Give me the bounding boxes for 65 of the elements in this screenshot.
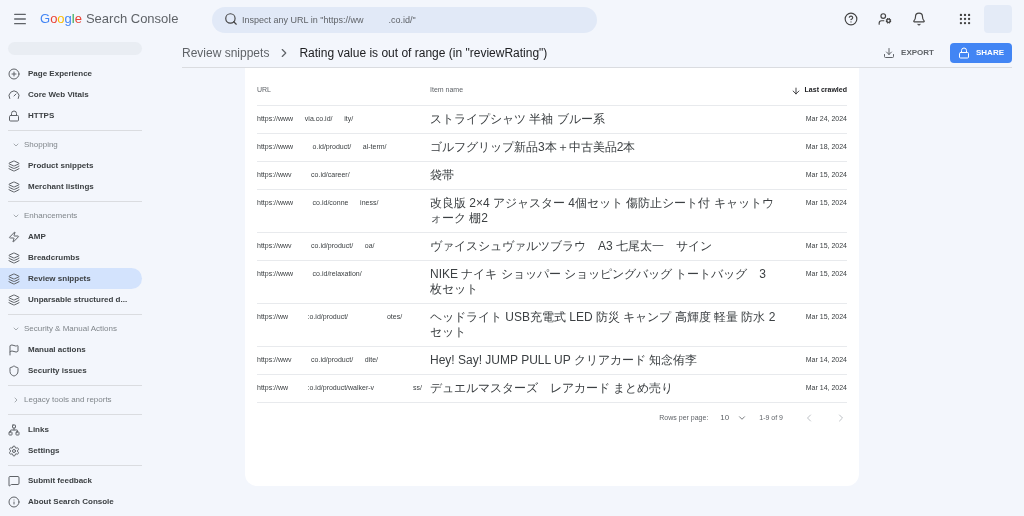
sidebar-item[interactable]: Security issues — [0, 360, 142, 381]
rows-per-page-select[interactable]: 10 — [720, 412, 748, 424]
download-icon — [883, 46, 896, 59]
dropdown-icon — [737, 413, 748, 423]
sidebar-item[interactable]: HTTPS — [0, 105, 142, 126]
section-header[interactable]: Shopping — [24, 139, 58, 151]
export-button[interactable]: EXPORT — [875, 42, 942, 63]
section-header[interactable]: Security & Manual Actions — [24, 323, 117, 335]
share-button[interactable]: SHARE — [950, 42, 1012, 63]
table-cell: ヘッドライト USB充電式 LED 防災 キャンプ 高輝度 軽量 防水 2セット — [430, 310, 777, 340]
table-cell-text: 袋帯 — [430, 168, 455, 183]
chevron-down-icon[interactable] — [12, 141, 20, 149]
product-name: Search Console — [85, 10, 179, 29]
user-settings-icon[interactable] — [878, 12, 892, 26]
lightning-icon — [8, 230, 20, 243]
table-cell-text: 改良版 2×4 アジャスター 4個セット 傷防止シート付 キャットウォーク 棚2 — [430, 196, 775, 226]
sidebar-item[interactable]: About Search Console — [0, 491, 142, 512]
layers-icon — [8, 293, 20, 306]
gauge-icon — [8, 88, 20, 101]
search-field[interactable]: Inspect any URL in "https://ww .co.id/" — [212, 7, 597, 33]
notification-icon[interactable] — [912, 12, 926, 26]
chevron-down-icon[interactable] — [12, 325, 20, 333]
search-icon — [224, 12, 238, 26]
layers-icon — [8, 272, 20, 285]
chevron-down-icon[interactable] — [12, 212, 20, 220]
layers-icon — [8, 159, 20, 172]
page-title: Rating value is out of range (in "reviewRating") — [299, 44, 548, 62]
layers-icon — [8, 180, 20, 193]
settings-icon — [8, 444, 20, 457]
help-icon[interactable] — [844, 12, 858, 26]
shield-icon — [8, 364, 20, 377]
table-cell-text: Hey! Say! JUMP PULL UP クリアカード 知念侑李 — [430, 353, 699, 368]
chevron-right-icon[interactable] — [12, 396, 20, 404]
sidebar-item[interactable]: Settings — [0, 440, 142, 461]
menu-icon[interactable] — [12, 11, 28, 27]
network-icon — [8, 423, 20, 436]
lock-icon — [958, 46, 970, 59]
sidebar-item[interactable]: Review snippets — [0, 268, 142, 289]
sidebar-item[interactable]: Unparsable structured d... — [0, 289, 142, 310]
flag-icon — [8, 343, 20, 356]
table-cell-text: ヴァイスシュヴァルツブラウ A3 七尾太一 サイン — [430, 239, 713, 254]
sidebar-item[interactable]: Merchant listings — [0, 176, 142, 197]
sidebar-item[interactable]: Page Experience — [0, 63, 142, 84]
product-logo: Google — [40, 10, 82, 29]
sidebar-item[interactable]: Breadcrumbs — [0, 247, 142, 268]
feedback-icon — [8, 474, 20, 487]
section-header[interactable]: Enhancements — [24, 210, 78, 222]
sidebar-item[interactable]: Manual actions — [0, 339, 142, 360]
sidebar-item[interactable]: Links — [0, 419, 142, 440]
table-cell-text: ストライプシャツ 半袖 ブルー系 — [430, 112, 606, 127]
layers-icon — [8, 251, 20, 264]
table-cell-text: NIKE ナイキ ショッパー ショッピングバッグ トートバッグ 3枚セット — [430, 267, 768, 297]
sidebar-item[interactable]: Product snippets — [0, 155, 142, 176]
section-header[interactable]: Legacy tools and reports — [24, 394, 112, 406]
table-cell-text: デュエルマスターズ レアカード まとめ売り — [430, 381, 675, 396]
sidebar-item[interactable]: AMP — [0, 226, 142, 247]
sidebar-item[interactable]: Submit feedback — [0, 470, 142, 491]
table-cell-text: ゴルフグリップ新品3本＋中古美品2本 — [430, 140, 637, 155]
sort-icon — [790, 85, 801, 96]
info-icon — [8, 495, 20, 508]
lock-icon — [8, 109, 20, 122]
apps-icon[interactable] — [958, 12, 972, 26]
sidebar-item[interactable]: Core Web Vitals — [0, 84, 142, 105]
plus-circle-icon — [8, 67, 20, 80]
breadcrumb-link[interactable]: Review snippets — [182, 43, 270, 62]
